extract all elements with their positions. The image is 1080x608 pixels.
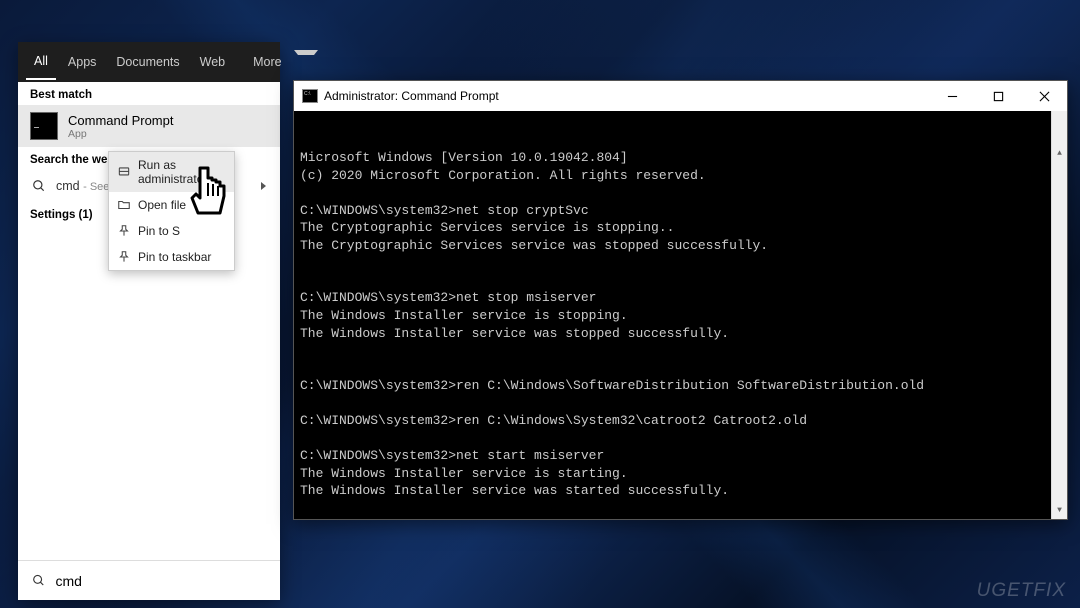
search-icon	[32, 573, 46, 588]
pin-icon	[117, 224, 131, 238]
result-title: Command Prompt	[68, 113, 173, 128]
menu-run-as-admin[interactable]: Run as administrator	[109, 152, 234, 192]
start-menu-tabs: All Apps Documents Web More	[18, 42, 280, 82]
best-match-result[interactable]: Command Prompt App	[18, 105, 280, 147]
close-button[interactable]	[1021, 81, 1067, 111]
folder-icon	[117, 198, 131, 212]
command-prompt-icon	[302, 89, 318, 103]
window-title: Administrator: Command Prompt	[324, 89, 499, 103]
start-menu-search-panel: All Apps Documents Web More Best match C…	[18, 42, 280, 600]
scroll-up-button[interactable]: ▲	[1052, 146, 1067, 162]
tab-web[interactable]: Web	[192, 45, 233, 79]
command-prompt-window: Administrator: Command Prompt Microsoft …	[293, 80, 1068, 520]
menu-pin-taskbar[interactable]: Pin to taskbar	[109, 244, 234, 270]
search-icon	[32, 179, 46, 193]
minimize-button[interactable]	[929, 81, 975, 111]
tab-all[interactable]: All	[26, 44, 56, 80]
maximize-button[interactable]	[975, 81, 1021, 111]
scrollbar[interactable]: ▲ ▼	[1051, 111, 1067, 519]
titlebar[interactable]: Administrator: Command Prompt	[294, 81, 1067, 111]
terminal-output[interactable]: Microsoft Windows [Version 10.0.19042.80…	[294, 111, 1067, 519]
menu-open-file[interactable]: Open file	[109, 192, 234, 218]
menu-pin-start[interactable]: Pin to S	[109, 218, 234, 244]
chevron-down-icon	[294, 50, 318, 75]
tab-documents[interactable]: Documents	[108, 45, 187, 79]
chevron-right-icon	[261, 182, 266, 190]
watermark: UGETFIX	[977, 580, 1066, 602]
command-prompt-icon	[30, 112, 58, 140]
result-type: App	[68, 128, 173, 140]
tab-apps[interactable]: Apps	[60, 45, 105, 79]
scroll-down-button[interactable]: ▼	[1052, 503, 1067, 519]
search-input[interactable]	[56, 573, 267, 589]
shield-icon	[117, 165, 131, 179]
search-box[interactable]	[18, 560, 280, 600]
pin-icon	[117, 250, 131, 264]
best-match-label: Best match	[18, 82, 280, 105]
context-menu: Run as administrator Open file Pin to S …	[108, 151, 235, 271]
